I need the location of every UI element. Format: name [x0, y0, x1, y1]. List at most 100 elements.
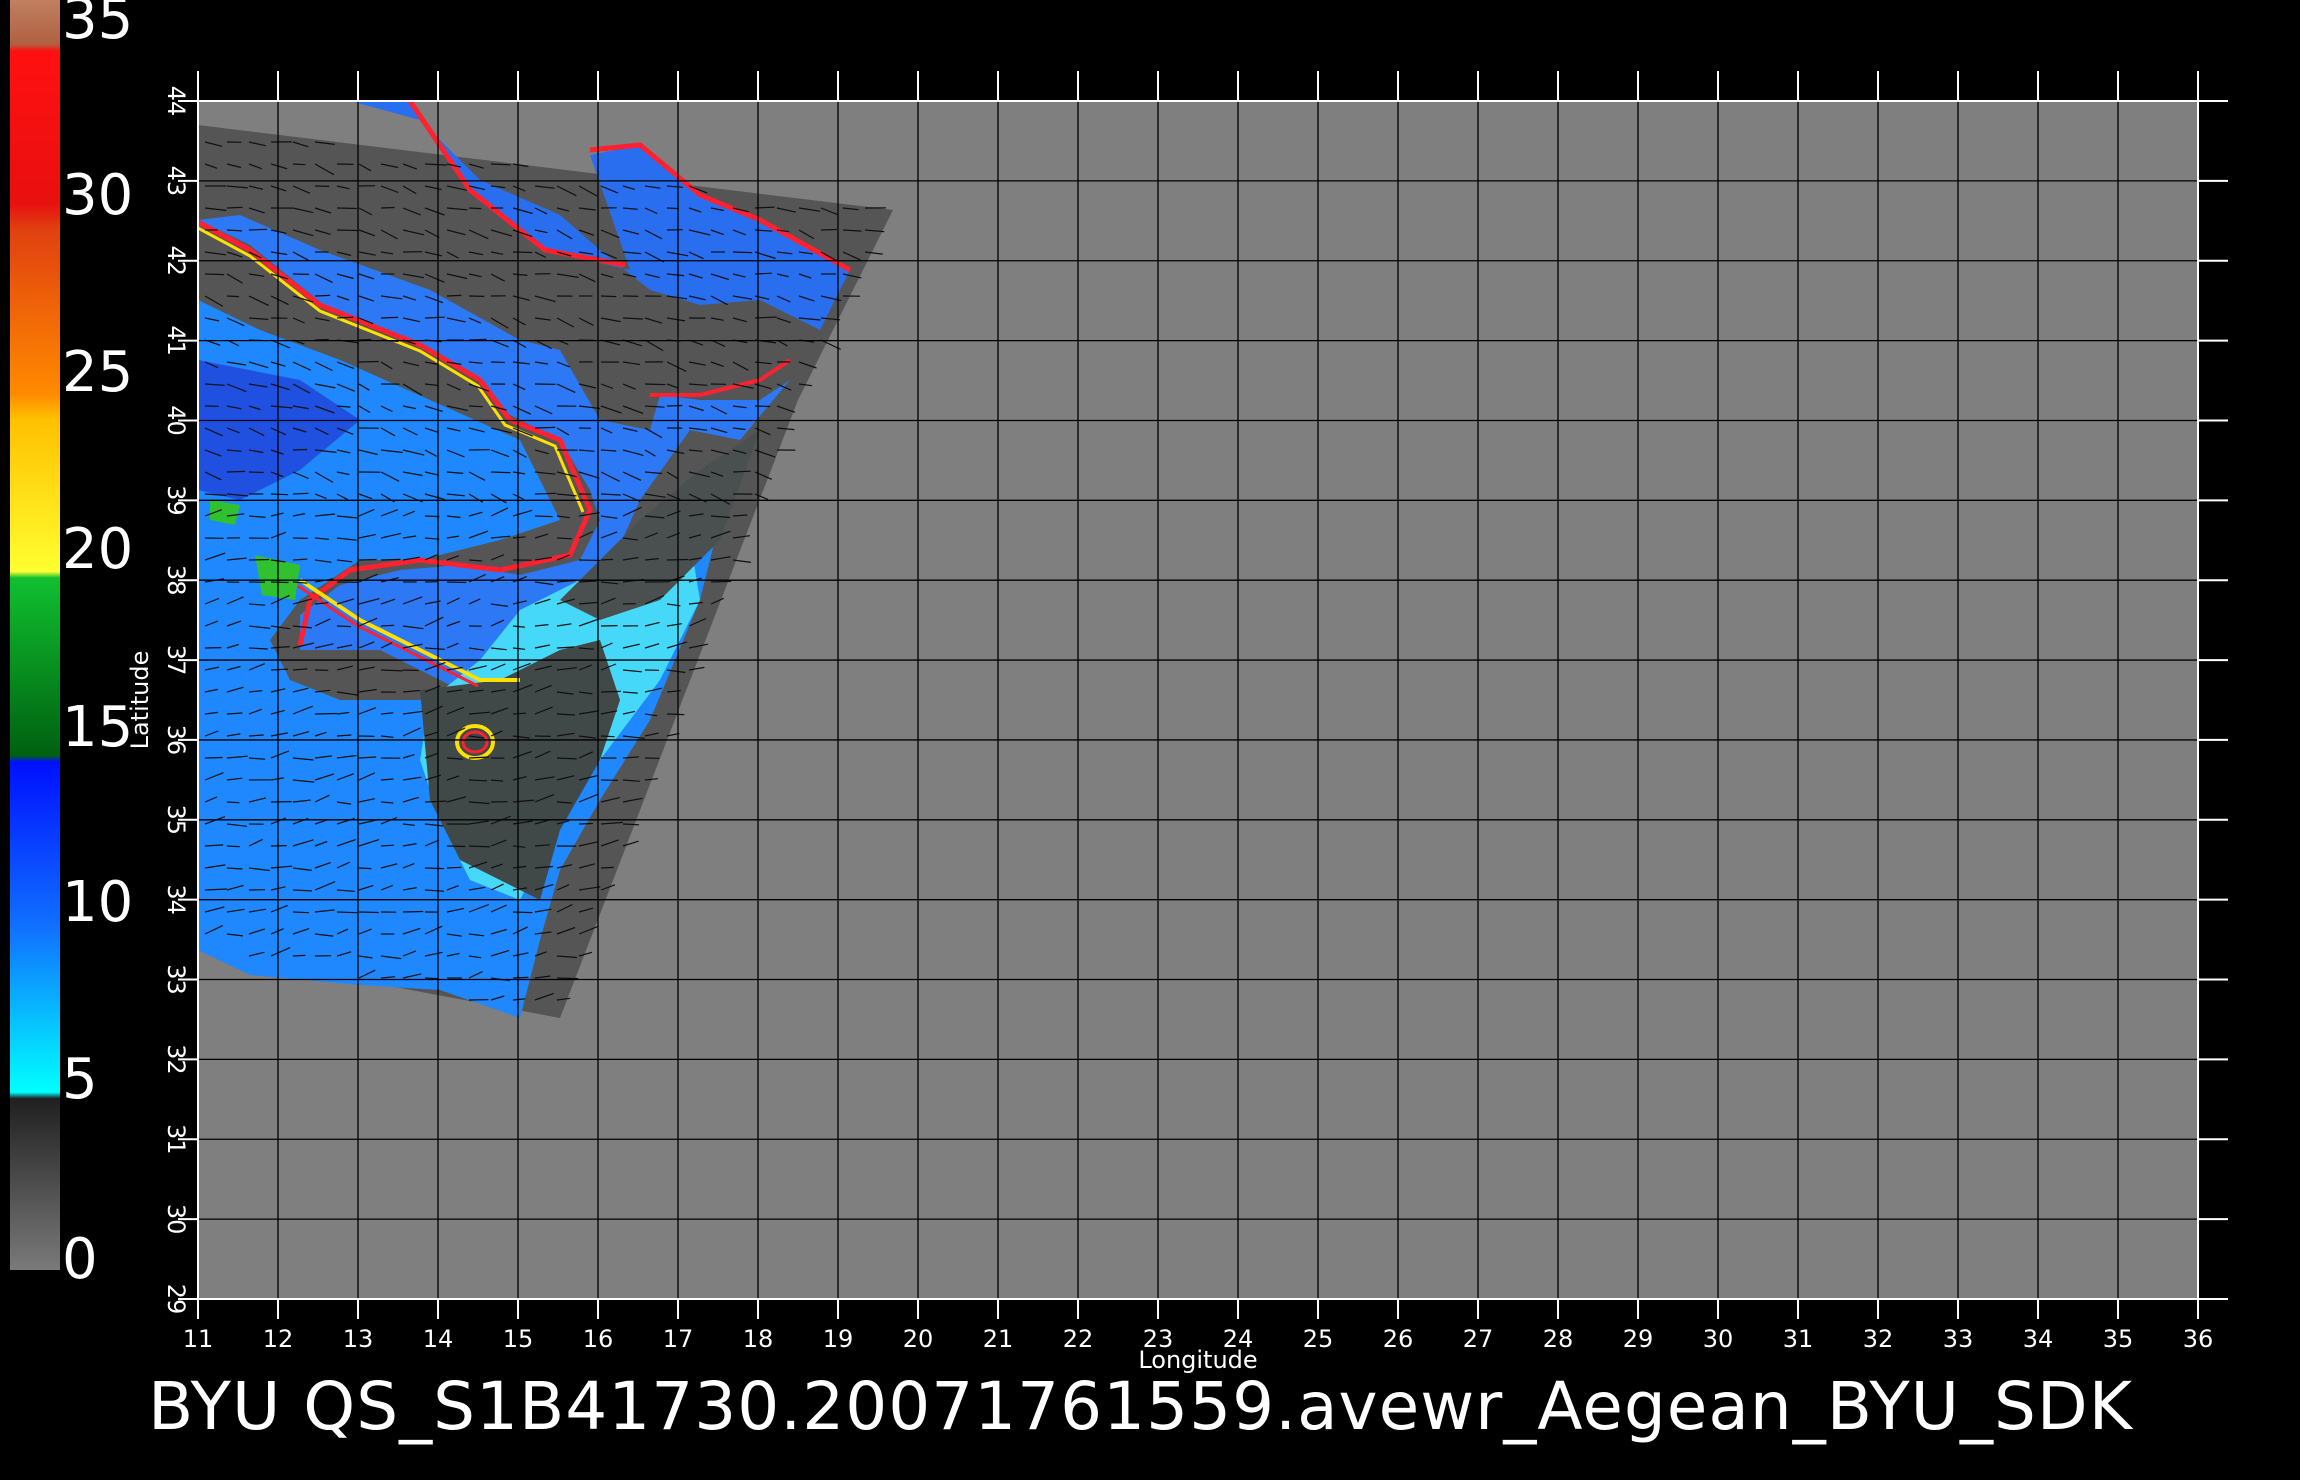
y-tick-label: 43 [162, 166, 190, 197]
wind-vector [270, 581, 289, 584]
wind-vector [380, 844, 394, 847]
wind-vector [358, 867, 372, 870]
wind-vector [424, 515, 440, 518]
x-tick-label: 33 [1943, 1325, 1974, 1353]
wind-vector [512, 251, 533, 254]
x-tick-label: 15 [503, 1325, 534, 1353]
dataset-title: BYU QS_S1B41730.20071761559.avewr_Aegean… [148, 1368, 2133, 1445]
wind-vector [424, 316, 445, 319]
y-tick-label: 32 [162, 1044, 190, 1075]
wind-vector [226, 845, 240, 848]
wind-vector [380, 624, 395, 627]
x-tick-label: 36 [2183, 1325, 2214, 1353]
wind-vector [204, 273, 225, 276]
x-tick-label: 19 [823, 1325, 854, 1353]
wind-vector [512, 976, 529, 979]
wind-vector [666, 404, 683, 407]
wind-vector [600, 866, 614, 869]
x-tick-label: 28 [1543, 1325, 1574, 1353]
x-tick-label: 21 [983, 1325, 1014, 1353]
x-tick-label: 35 [2103, 1325, 2134, 1353]
x-tick-label: 29 [1623, 1325, 1654, 1353]
wind-vector [468, 405, 483, 408]
wind-vector [358, 911, 379, 914]
wind-vector [380, 558, 401, 561]
wind-vector [292, 954, 306, 957]
y-tick-label: 39 [162, 485, 190, 516]
wind-vector [578, 559, 601, 562]
x-tick-label: 22 [1063, 1325, 1094, 1353]
wind-vector [600, 295, 617, 298]
y-tick-label: 30 [162, 1204, 190, 1235]
wind-vector [336, 207, 357, 210]
wind-vector [468, 338, 487, 341]
wind-vector [292, 492, 309, 495]
wind-vector [336, 316, 354, 319]
y-tick-label: 33 [162, 964, 190, 995]
wind-vector [666, 713, 685, 716]
x-tick-label: 27 [1463, 1325, 1494, 1353]
wind-vector [600, 558, 614, 561]
wind-vector [622, 823, 640, 826]
wind-vector [226, 470, 246, 473]
wind-vector [226, 801, 240, 804]
wind-vector [446, 581, 467, 584]
x-tick-label: 31 [1783, 1325, 1814, 1353]
wind-vector [314, 338, 329, 341]
wind-vector [270, 493, 289, 496]
x-tick-label: 20 [903, 1325, 934, 1353]
wind-vector [732, 251, 753, 254]
y-tick-label: 37 [162, 645, 190, 676]
wind-vector [248, 558, 270, 561]
wind-map: 11 12 13 14 15 16 17 18 19 20 21 22 23 24 25 26 27 28 29 30… [126, 71, 2228, 1374]
x-tick-label: 34 [2023, 1325, 2054, 1353]
wind-vector [424, 977, 438, 980]
wind-vector [600, 690, 621, 693]
wind-vector [424, 867, 445, 870]
wind-vector [358, 360, 379, 363]
wind-vector [248, 228, 268, 231]
wind-vector [512, 712, 527, 715]
y-axis-title: Latitude [126, 651, 154, 750]
y-tick-label: 35 [162, 805, 190, 836]
y-tick-label: 29 [162, 1284, 190, 1315]
wind-vector [314, 294, 331, 297]
wind-vector [534, 492, 557, 495]
wind-vector [468, 779, 488, 782]
y-tick-label: 31 [162, 1124, 190, 1155]
wind-vector [820, 228, 837, 231]
wind-vector [226, 206, 243, 209]
x-tick-label: 11 [183, 1325, 214, 1353]
y-tick-label: 36 [162, 725, 190, 756]
wind-vector [380, 206, 395, 209]
y-tick-label: 34 [162, 884, 190, 915]
wind-vector [468, 207, 482, 210]
wind-vector [578, 822, 594, 825]
wind-vector [380, 316, 399, 319]
wind-vector [490, 471, 511, 474]
wind-vector [446, 845, 466, 848]
y-tick-label: 40 [162, 405, 190, 436]
wind-vector [710, 580, 732, 583]
wind-vector [292, 911, 310, 914]
x-tick-label: 12 [263, 1325, 294, 1353]
wind-vector [358, 338, 372, 341]
y-tick-label: 41 [162, 325, 190, 356]
y-tick-label: 42 [162, 245, 190, 276]
wind-vector [534, 515, 553, 518]
wind-vector [292, 163, 306, 166]
wind-vector [446, 294, 462, 297]
x-tick-label: 32 [1863, 1325, 1894, 1353]
wind-vector [754, 405, 771, 408]
wind-vector [336, 911, 358, 914]
x-tick-label: 25 [1303, 1325, 1334, 1353]
wind-vector [600, 735, 615, 738]
wind-vector [226, 295, 240, 298]
wind-vector [204, 756, 223, 759]
x-tick-label: 26 [1383, 1325, 1414, 1353]
wind-vector [512, 911, 533, 914]
wind-vector [248, 471, 264, 474]
wind-vector [490, 163, 511, 166]
y-tick-label: 38 [162, 565, 190, 596]
wind-vector [556, 537, 572, 540]
